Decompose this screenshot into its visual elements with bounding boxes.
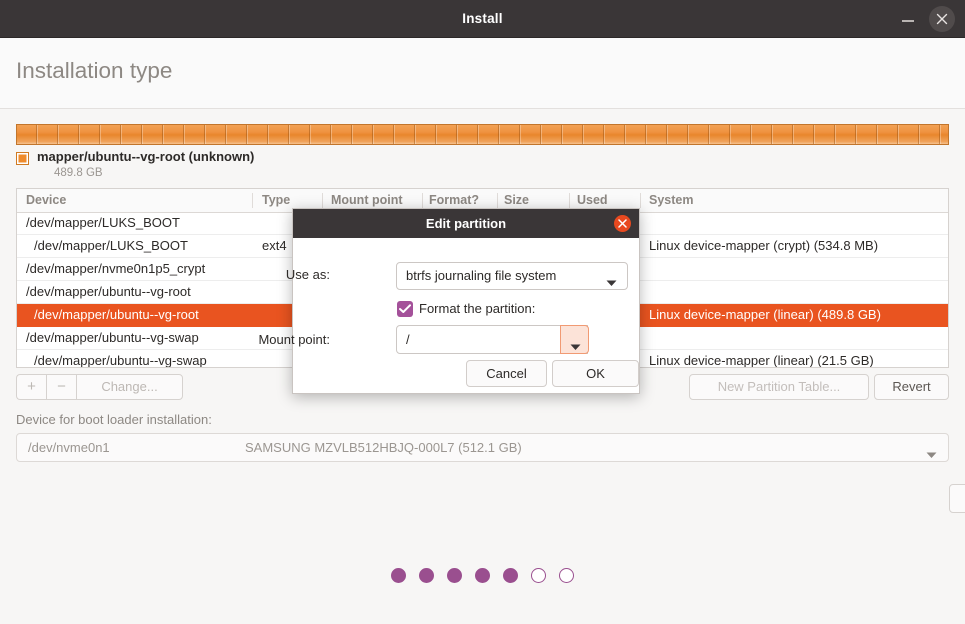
partition-table-toolbar: New Partition Table... Revert <box>689 374 949 400</box>
column-header-type[interactable]: Type <box>262 189 290 212</box>
column-header-device[interactable]: Device <box>26 189 66 212</box>
installer-window: Install Installation type mapper/ubuntu-… <box>0 0 965 624</box>
chevron-down-icon <box>926 446 937 464</box>
revert-button[interactable]: Revert <box>874 374 949 400</box>
bootloader-device-value: /dev/nvme0n1 <box>28 440 110 455</box>
use-as-select[interactable]: btrfs journaling file system <box>396 262 628 290</box>
cell-type: ext4 <box>262 238 287 253</box>
cell-device: /dev/mapper/ubuntu--vg-swap <box>34 353 207 367</box>
legend-partition-name: mapper/ubuntu--vg-root (unknown) <box>37 149 255 164</box>
column-divider[interactable] <box>422 193 423 208</box>
mount-point-label: Mount point: <box>258 332 330 347</box>
column-divider[interactable] <box>569 193 570 208</box>
cell-device: /dev/mapper/LUKS_BOOT <box>34 238 188 253</box>
window-title: Install <box>462 11 503 26</box>
progress-dot <box>531 568 546 583</box>
legend-color-swatch <box>16 152 29 165</box>
column-header-system[interactable]: System <box>649 189 693 212</box>
progress-dot <box>503 568 518 583</box>
format-partition-label: Format the partition: <box>419 301 536 316</box>
dialog-cancel-button[interactable]: Cancel <box>466 360 547 387</box>
chevron-down-icon <box>606 274 617 292</box>
progress-dot <box>419 568 434 583</box>
dialog-title: Edit partition <box>425 216 507 231</box>
legend-partition-size: 489.8 GB <box>54 167 103 179</box>
window-titlebar: Install <box>0 0 965 38</box>
bootloader-device-description: SAMSUNG MZVLB512HBJQ-000L7 (512.1 GB) <box>245 440 522 455</box>
column-divider[interactable] <box>497 193 498 208</box>
mount-point-value: / <box>406 332 410 347</box>
mount-point-dropdown-button[interactable] <box>560 325 589 354</box>
column-divider[interactable] <box>252 193 253 208</box>
chevron-down-icon <box>570 338 581 356</box>
use-as-label: Use as: <box>285 267 330 282</box>
close-icon[interactable] <box>614 215 631 232</box>
column-divider[interactable] <box>640 193 641 208</box>
page-header: Installation type <box>0 38 965 109</box>
bootloader-label: Device for boot loader installation: <box>16 412 212 427</box>
close-icon[interactable] <box>929 6 955 32</box>
progress-dot <box>475 568 490 583</box>
new-partition-table-button[interactable]: New Partition Table... <box>689 374 869 400</box>
dialog-ok-button[interactable]: OK <box>552 360 639 387</box>
column-divider[interactable] <box>322 193 323 208</box>
cell-system: Linux device-mapper (crypt) (534.8 MB) <box>649 238 879 253</box>
cell-system: Linux device-mapper (linear) (489.8 GB) <box>649 307 881 322</box>
dialog-titlebar: Edit partition <box>293 209 639 238</box>
progress-dot <box>559 568 574 583</box>
cell-device: /dev/mapper/ubuntu--vg-root <box>34 307 199 322</box>
progress-dots <box>0 568 965 583</box>
progress-dot <box>447 568 462 583</box>
remove-partition-button[interactable]: − <box>46 374 76 400</box>
use-as-value: btrfs journaling file system <box>406 268 557 283</box>
cell-device: /dev/mapper/LUKS_BOOT <box>26 215 180 230</box>
add-partition-button[interactable]: + <box>16 374 46 400</box>
change-partition-button[interactable]: Change... <box>76 374 183 400</box>
bootloader-device-select[interactable]: /dev/nvme0n1 SAMSUNG MZVLB512HBJQ-000L7 … <box>16 433 949 462</box>
minimize-icon[interactable] <box>899 11 917 27</box>
page-title: Installation type <box>16 58 173 83</box>
cell-device: /dev/mapper/ubuntu--vg-root <box>26 284 191 299</box>
quit-button[interactable]: Quit <box>949 484 965 513</box>
cell-system: Linux device-mapper (linear) (21.5 GB) <box>649 353 874 367</box>
format-partition-checkbox[interactable] <box>397 301 413 317</box>
progress-dot <box>391 568 406 583</box>
partition-usage-bar <box>16 124 949 145</box>
